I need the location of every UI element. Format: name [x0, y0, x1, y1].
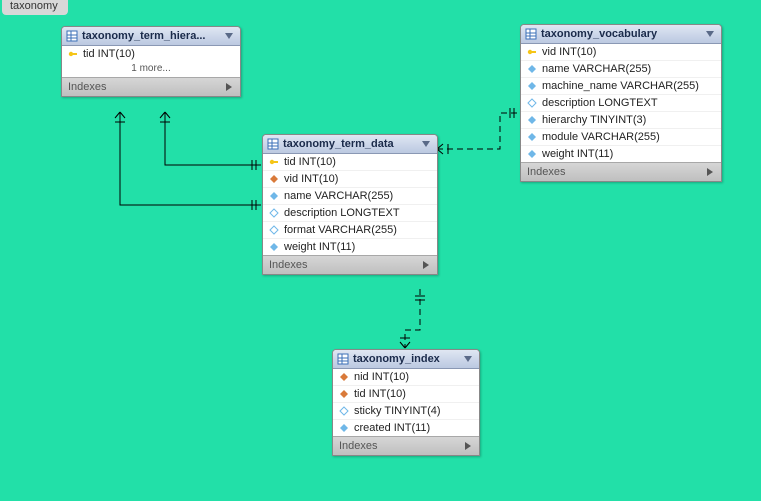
entity-taxonomy-vocabulary[interactable]: taxonomy_vocabulary vid INT(10) name VARC…: [520, 24, 722, 182]
indexes-label: Indexes: [527, 166, 705, 178]
column-row[interactable]: name VARCHAR(255): [263, 187, 437, 204]
arrow-right-icon: [421, 260, 431, 270]
chevron-down-icon[interactable]: [705, 29, 715, 39]
column-row[interactable]: tid INT(10): [333, 385, 479, 402]
column-label: weight INT(11): [284, 241, 355, 253]
entity-columns: nid INT(10) tid INT(10) sticky TINYINT(4) c…: [333, 369, 479, 436]
column-label: tid INT(10): [83, 48, 135, 60]
entity-titlebar[interactable]: taxonomy_term_data: [263, 135, 437, 154]
column-row[interactable]: vid INT(10): [263, 170, 437, 187]
entity-titlebar[interactable]: taxonomy_index: [333, 350, 479, 369]
fk-diamond-icon: [339, 372, 349, 382]
column-row[interactable]: weight INT(11): [521, 145, 721, 162]
column-label: sticky TINYINT(4): [354, 405, 441, 417]
attr-diamond-icon: [269, 242, 279, 252]
chevron-down-icon[interactable]: [224, 31, 234, 41]
pk-key-icon: [269, 157, 279, 167]
column-label: vid INT(10): [542, 46, 596, 58]
column-row[interactable]: description LONGTEXT: [263, 204, 437, 221]
attr-diamond-icon: [527, 132, 537, 142]
fk-diamond-icon: [269, 174, 279, 184]
column-row[interactable]: description LONGTEXT: [521, 94, 721, 111]
entity-title: taxonomy_vocabulary: [541, 28, 701, 40]
column-row[interactable]: module VARCHAR(255): [521, 128, 721, 145]
attr-diamond-icon: [269, 191, 279, 201]
entity-titlebar[interactable]: taxonomy_term_hiera...: [62, 27, 240, 46]
column-label: weight INT(11): [542, 148, 613, 160]
column-row[interactable]: machine_name VARCHAR(255): [521, 77, 721, 94]
attr-diamond-icon: [527, 81, 537, 91]
column-label: machine_name VARCHAR(255): [542, 80, 699, 92]
table-icon: [267, 138, 279, 150]
column-row[interactable]: hierarchy TINYINT(3): [521, 111, 721, 128]
column-row[interactable]: created INT(11): [333, 419, 479, 436]
attr-diamond-icon: [339, 423, 349, 433]
indexes-section[interactable]: Indexes: [62, 77, 240, 96]
entity-title: taxonomy_term_data: [283, 138, 417, 150]
column-row[interactable]: format VARCHAR(255): [263, 221, 437, 238]
chevron-down-icon[interactable]: [421, 139, 431, 149]
column-row[interactable]: tid INT(10): [263, 154, 437, 170]
column-row[interactable]: nid INT(10): [333, 369, 479, 385]
pk-key-icon: [68, 49, 78, 59]
table-icon: [525, 28, 537, 40]
column-label: module VARCHAR(255): [542, 131, 660, 143]
entity-columns: tid INT(10) vid INT(10) name VARCHAR(255) d…: [263, 154, 437, 255]
table-icon: [66, 30, 78, 42]
column-label: description LONGTEXT: [542, 97, 658, 109]
indexes-label: Indexes: [339, 440, 463, 452]
column-label: format VARCHAR(255): [284, 224, 397, 236]
column-label: tid INT(10): [284, 156, 336, 168]
column-row[interactable]: weight INT(11): [263, 238, 437, 255]
entity-taxonomy-term-hierarchy[interactable]: taxonomy_term_hiera... tid INT(10) 1 mor…: [61, 26, 241, 97]
column-label: hierarchy TINYINT(3): [542, 114, 646, 126]
chevron-down-icon[interactable]: [463, 354, 473, 364]
indexes-label: Indexes: [68, 81, 224, 93]
column-row[interactable]: name VARCHAR(255): [521, 60, 721, 77]
entity-title: taxonomy_term_hiera...: [82, 30, 220, 42]
column-row[interactable]: tid INT(10): [62, 46, 240, 62]
pk-key-icon: [527, 47, 537, 57]
entity-taxonomy-term-data[interactable]: taxonomy_term_data tid INT(10) vid INT(10…: [262, 134, 438, 275]
nullable-diamond-icon: [527, 98, 537, 108]
column-label: nid INT(10): [354, 371, 409, 383]
nullable-diamond-icon: [269, 208, 279, 218]
attr-diamond-icon: [527, 64, 537, 74]
indexes-section[interactable]: Indexes: [333, 436, 479, 455]
schema-tab[interactable]: taxonomy: [2, 0, 68, 15]
entity-title: taxonomy_index: [353, 353, 459, 365]
table-icon: [337, 353, 349, 365]
indexes-section[interactable]: Indexes: [521, 162, 721, 181]
nullable-diamond-icon: [339, 406, 349, 416]
column-label: vid INT(10): [284, 173, 338, 185]
nullable-diamond-icon: [269, 225, 279, 235]
entity-taxonomy-index[interactable]: taxonomy_index nid INT(10) tid INT(10) sti…: [332, 349, 480, 456]
arrow-right-icon: [224, 82, 234, 92]
column-label: description LONGTEXT: [284, 207, 400, 219]
entity-titlebar[interactable]: taxonomy_vocabulary: [521, 25, 721, 44]
fk-diamond-icon: [339, 389, 349, 399]
attr-diamond-icon: [527, 115, 537, 125]
column-label: name VARCHAR(255): [542, 63, 651, 75]
column-row[interactable]: sticky TINYINT(4): [333, 402, 479, 419]
column-row[interactable]: vid INT(10): [521, 44, 721, 60]
column-label: created INT(11): [354, 422, 430, 434]
columns-more[interactable]: 1 more...: [62, 62, 240, 77]
arrow-right-icon: [705, 167, 715, 177]
arrow-right-icon: [463, 441, 473, 451]
diagram-canvas[interactable]: taxonomy taxonomy_term_hiera... tid INT(…: [0, 0, 761, 501]
attr-diamond-icon: [527, 149, 537, 159]
column-label: tid INT(10): [354, 388, 406, 400]
indexes-label: Indexes: [269, 259, 421, 271]
indexes-section[interactable]: Indexes: [263, 255, 437, 274]
entity-columns: vid INT(10) name VARCHAR(255) machine_name…: [521, 44, 721, 162]
entity-columns: tid INT(10) 1 more...: [62, 46, 240, 77]
column-label: name VARCHAR(255): [284, 190, 393, 202]
